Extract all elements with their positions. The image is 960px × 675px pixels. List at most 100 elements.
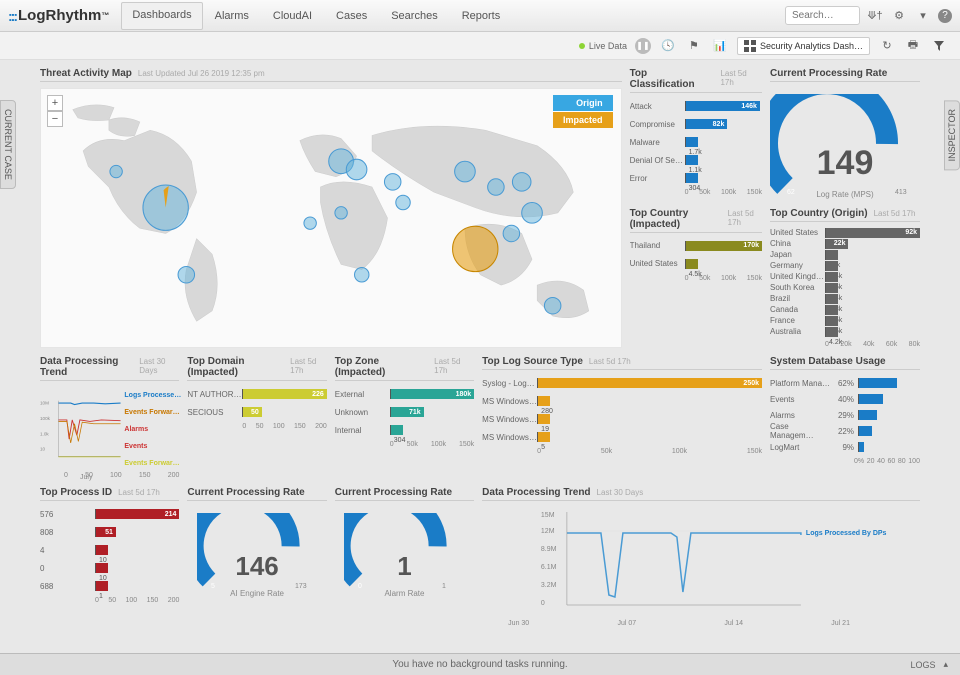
svg-text:0: 0 — [541, 600, 545, 607]
bar-row[interactable]: United States92k — [770, 228, 920, 238]
bar-row[interactable]: Denial Of Servi…1.1k — [630, 153, 762, 167]
top-process-panel: Top Process IDLast 5d 17h 57621480851410… — [40, 487, 179, 617]
bar-row[interactable]: China22k — [770, 239, 920, 249]
dashboard-toolbar: Live Data ❚❚ 🕓 ⚑ 📊 Security Analytics Da… — [0, 32, 960, 60]
analytics-icon[interactable]: 📊 — [711, 37, 729, 55]
bar-row[interactable]: Internal304 — [335, 423, 474, 437]
current-case-tab[interactable]: CURRENT CASE — [0, 100, 16, 189]
live-dot-icon — [579, 43, 585, 49]
clock-icon[interactable]: 🕓 — [659, 37, 677, 55]
help-icon[interactable]: ? — [938, 9, 952, 23]
svg-text:1.0k: 1.0k — [40, 431, 49, 436]
bar-row[interactable]: Brazil4.8k — [770, 294, 920, 304]
pause-icon[interactable]: ❚❚ — [635, 38, 651, 54]
legend-origin: Origin — [553, 95, 613, 111]
sliders-icon[interactable]: ⟱† — [866, 7, 884, 25]
sys-db-row[interactable]: Platform Mana…62% — [770, 376, 920, 390]
zoom-in-button[interactable]: + — [47, 95, 63, 111]
flag-icon[interactable]: ⚑ — [685, 37, 703, 55]
settings-icon[interactable]: ⚙ — [890, 7, 908, 25]
logs-button[interactable]: LOGS — [910, 660, 935, 670]
svg-text:12M: 12M — [541, 528, 555, 535]
bar-row[interactable]: 010 — [40, 561, 179, 575]
topbar: ::: LogRhythm™ DashboardsAlarmsCloudAICa… — [0, 0, 960, 32]
sys-db-row[interactable]: Case Managem…22% — [770, 424, 920, 438]
bar-row[interactable]: Attack146k — [630, 99, 762, 113]
app-logo: ::: LogRhythm™ — [8, 7, 109, 24]
bar-row[interactable]: South Korea6.4k — [770, 283, 920, 293]
filter-icon[interactable] — [930, 37, 948, 55]
bar-row[interactable]: United Kingdom7.5k — [770, 272, 920, 282]
bar-row[interactable]: MS Windows Ev…19 — [482, 412, 762, 426]
expand-icon[interactable]: ▴ — [943, 659, 948, 670]
top-zone-panel: Top Zone (Impacted)Last 5d 17h External1… — [335, 356, 474, 479]
svg-text:5: 5 — [211, 583, 215, 588]
svg-text:62: 62 — [787, 189, 795, 194]
logo-icon: ::: — [8, 8, 16, 24]
bar-row[interactable]: Error304 — [630, 171, 762, 185]
svg-text:10M: 10M — [40, 401, 49, 406]
bar-row[interactable]: Malware1.7k — [630, 135, 762, 149]
nav-cloudai[interactable]: CloudAI — [261, 2, 324, 30]
footer-message: You have no background tasks running. — [392, 659, 567, 670]
top-country-origin-panel: Top Country (Origin)Last 5d 17h United S… — [770, 208, 920, 349]
bar-row[interactable]: SECIOUS50 — [187, 405, 326, 419]
sys-db-row[interactable]: LogMart9% — [770, 440, 920, 454]
threat-map-panel: Threat Activity MapLast Updated Jul 26 2… — [40, 68, 622, 348]
nav-dashboards[interactable]: Dashboards — [121, 2, 202, 30]
sys-db-row[interactable]: Alarms29% — [770, 408, 920, 422]
nav-searches[interactable]: Searches — [379, 2, 449, 30]
svg-text:8.9M: 8.9M — [541, 546, 557, 553]
bar-row[interactable]: Germany9.4k — [770, 261, 920, 271]
bar-row[interactable]: MS Windows Ev…280 — [482, 394, 762, 408]
refresh-icon[interactable]: ↻ — [878, 37, 896, 55]
bar-row[interactable]: United States4.5k — [630, 257, 762, 271]
map-svg — [41, 89, 621, 347]
bar-row[interactable]: Compromise82k — [630, 117, 762, 131]
svg-text:100k: 100k — [40, 416, 51, 421]
bar-row[interactable]: Japan12k — [770, 250, 920, 260]
bar-row[interactable]: Unknown71k — [335, 405, 474, 419]
nav-reports[interactable]: Reports — [450, 2, 513, 30]
bar-row[interactable]: 576214 — [40, 507, 179, 521]
zoom-out-button[interactable]: − — [47, 111, 63, 127]
bar-row[interactable]: Syslog - LogRhy…250k — [482, 376, 762, 390]
bar-row[interactable]: Australia4.2k — [770, 327, 920, 337]
data-processing-trend-small-panel: Data Processing TrendLast 30 Days 10M100… — [40, 356, 179, 479]
nav-cases[interactable]: Cases — [324, 2, 379, 30]
log-rate-gauge-panel: Current Processing Rate 62 413 149Log Ra… — [770, 68, 920, 200]
bar-row[interactable]: France4.5k — [770, 316, 920, 326]
ai-engine-gauge-panel: Current Processing Rate 5 173 146AI Engi… — [187, 487, 326, 617]
world-map[interactable]: + − Origin Impacted — [40, 88, 622, 348]
bar-row[interactable]: Canada4.6k — [770, 305, 920, 315]
bar-row[interactable]: 410 — [40, 543, 179, 557]
dashboard-content: CURRENT CASE INSPECTOR Threat Activity M… — [0, 60, 960, 653]
logo-text: LogRhythm — [18, 7, 101, 24]
top-classification-panel: Top ClassificationLast 5d 17h Attack146k… — [630, 68, 762, 200]
trend-chart-svg: 10M100k1.0k10 — [40, 387, 124, 472]
grid-icon — [744, 40, 756, 52]
panel-title-text: Threat Activity Map — [40, 68, 132, 79]
dropdown-icon[interactable]: ▾ — [914, 7, 932, 25]
bar-row[interactable]: NT AUTHORITY226 — [187, 387, 326, 401]
live-data-indicator[interactable]: Live Data — [579, 41, 627, 51]
nav-alarms[interactable]: Alarms — [203, 2, 261, 30]
search-input[interactable] — [785, 6, 860, 25]
system-db-panel: System Database Usage Platform Mana…62%E… — [770, 356, 920, 479]
top-country-impacted-panel: Top Country (Impacted)Last 5d 17h Thaila… — [630, 208, 762, 349]
dashboard-selector[interactable]: Security Analytics Dash… — [737, 37, 870, 55]
bar-row[interactable]: External180k — [335, 387, 474, 401]
print-icon[interactable]: 🖶 — [904, 37, 922, 55]
svg-text:6.1M: 6.1M — [541, 564, 557, 571]
bar-row[interactable]: MS Windows Ev…5 — [482, 430, 762, 444]
bar-row[interactable]: Thailand170k — [630, 239, 762, 253]
top-log-source-panel: Top Log Source TypeLast 5d 17h Syslog - … — [482, 356, 762, 479]
sys-db-row[interactable]: Events40% — [770, 392, 920, 406]
footer: You have no background tasks running. LO… — [0, 653, 960, 675]
svg-text:0: 0 — [358, 583, 362, 588]
inspector-tab[interactable]: INSPECTOR — [944, 100, 960, 170]
bar-row[interactable]: 6881 — [40, 579, 179, 593]
svg-text:173: 173 — [295, 583, 307, 588]
svg-text:15M: 15M — [541, 512, 555, 519]
bar-row[interactable]: 80851 — [40, 525, 179, 539]
